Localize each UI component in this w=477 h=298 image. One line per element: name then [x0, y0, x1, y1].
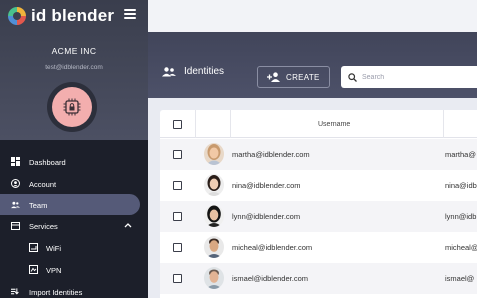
page-title: Identities: [162, 66, 224, 77]
import-icon: [11, 287, 20, 296]
user-photo: [204, 143, 224, 165]
sidebar-item-label: Account: [29, 180, 57, 189]
column-divider: [443, 110, 444, 138]
sidebar-item-wifi[interactable]: WiFi: [0, 237, 140, 258]
search-input[interactable]: [362, 73, 472, 81]
sidebar-item-label: Services: [29, 222, 58, 231]
user-photo: [204, 267, 224, 289]
row-checkbox[interactable]: [173, 274, 182, 283]
sidebar-item-label: WiFi: [46, 244, 61, 253]
search-icon: [348, 72, 357, 82]
sidebar: id blender ACME INC test@idblender.com D…: [0, 0, 148, 298]
table-row[interactable]: lynn@idblender.com lynn@idb: [160, 201, 477, 232]
create-button[interactable]: CREATE: [257, 66, 330, 88]
sidebar-item-services[interactable]: Services: [0, 215, 140, 236]
sidebar-item-label: Dashboard: [29, 158, 66, 167]
logo-icon: [8, 7, 26, 25]
avatar[interactable]: [52, 87, 92, 127]
table-row[interactable]: ismael@idblender.com ismael@: [160, 263, 477, 294]
username-cell-secondary: martha@: [445, 150, 476, 159]
sidebar-item-label: Team: [29, 201, 48, 210]
sidebar-item-team[interactable]: Team: [0, 194, 140, 215]
sidebar-header: id blender ACME INC test@idblender.com: [0, 0, 148, 140]
table-row[interactable]: micheal@idblender.com micheal@: [160, 232, 477, 263]
row-checkbox[interactable]: [173, 212, 182, 221]
identities-table: Username martha@idblender.com martha@ ni…: [160, 110, 477, 298]
username-cell-secondary: micheal@: [445, 243, 477, 252]
table-row[interactable]: nina@idblender.com nina@idb: [160, 170, 477, 201]
account-email: test@idblender.com: [45, 64, 103, 71]
sidebar-item-account[interactable]: Account: [0, 173, 140, 194]
column-header-username[interactable]: Username: [318, 121, 350, 128]
table-row[interactable]: martha@idblender.com martha@: [160, 139, 477, 170]
search-box[interactable]: [341, 66, 477, 88]
chevron-up-icon[interactable]: [124, 222, 132, 228]
brand-name: id blender: [31, 6, 115, 25]
column-divider: [195, 110, 196, 138]
identities-icon: [162, 66, 176, 76]
row-checkbox[interactable]: [173, 181, 182, 190]
sidebar-item-vpn[interactable]: VPN: [0, 259, 140, 280]
page-banner: [148, 32, 477, 98]
vpn-icon: [29, 265, 38, 274]
create-button-label: CREATE: [286, 72, 320, 82]
username-cell: micheal@idblender.com: [232, 243, 313, 252]
table-header: Username: [160, 110, 477, 138]
row-checkbox[interactable]: [173, 243, 182, 252]
menu-icon[interactable]: [124, 9, 136, 19]
org-name: ACME INC: [51, 46, 97, 56]
username-cell: nina@idblender.com: [232, 181, 301, 190]
logo[interactable]: id blender: [8, 6, 114, 26]
username-cell-secondary: lynn@idb: [445, 212, 477, 221]
username-cell: lynn@idblender.com: [232, 212, 301, 221]
username-cell-secondary: ismael@: [445, 274, 475, 283]
dashboard-icon: [11, 157, 20, 166]
services-icon: [11, 221, 20, 230]
username-cell: martha@idblender.com: [232, 150, 310, 159]
account-icon: [11, 179, 20, 188]
sidebar-item-import[interactable]: Import Identities: [0, 281, 140, 298]
username-cell: ismael@idblender.com: [232, 274, 308, 283]
username-cell-secondary: nina@idb: [445, 181, 477, 190]
page-title-text: Identities: [184, 66, 225, 77]
lock-chip-icon: [63, 98, 81, 116]
user-photo: [204, 174, 224, 196]
team-icon: [11, 200, 20, 209]
user-photo: [204, 205, 224, 227]
user-photo: [204, 236, 224, 258]
wifi-icon: [29, 243, 38, 252]
main-content: Identities CREATE Username martha@idblen…: [148, 0, 477, 298]
select-all-checkbox[interactable]: [173, 120, 182, 129]
sidebar-item-dashboard[interactable]: Dashboard: [0, 151, 140, 172]
sidebar-item-label: VPN: [46, 266, 62, 275]
add-user-icon: [267, 72, 280, 82]
top-bar: [148, 0, 477, 32]
column-divider: [230, 110, 231, 138]
sidebar-item-label: Import Identities: [29, 288, 83, 297]
row-checkbox[interactable]: [173, 150, 182, 159]
